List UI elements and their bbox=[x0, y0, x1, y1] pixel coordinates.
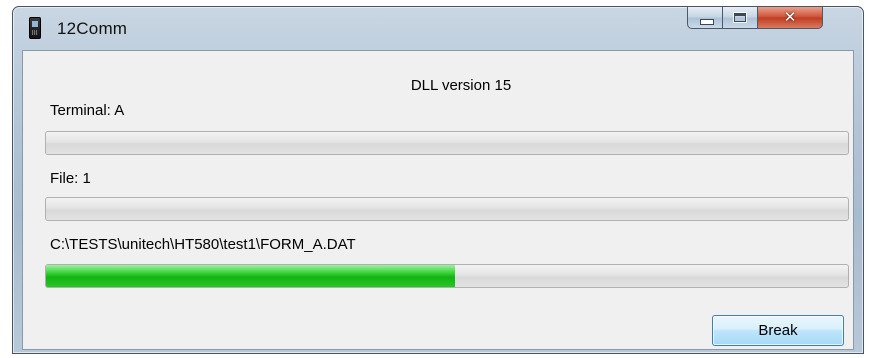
close-button[interactable]: ✕ bbox=[757, 7, 823, 29]
file-progress-bar bbox=[45, 197, 849, 221]
terminal-progress-bar bbox=[45, 131, 849, 155]
break-button[interactable]: Break bbox=[712, 315, 844, 346]
terminal-label: Terminal: A bbox=[50, 102, 125, 119]
window-title: 12Comm bbox=[57, 19, 128, 38]
dll-version-label: DLL version 15 bbox=[410, 77, 512, 94]
handheld-terminal-icon bbox=[29, 17, 41, 39]
file-transfer-progress-bar bbox=[45, 264, 849, 288]
minimize-icon bbox=[700, 19, 714, 25]
title-bar[interactable]: 12Comm ✕ bbox=[13, 7, 863, 49]
file-transfer-progress-fill bbox=[46, 265, 456, 287]
dialog-content: DLL version 15 Terminal: A File: 1 C:\TE… bbox=[22, 50, 854, 350]
maximize-icon bbox=[734, 13, 746, 22]
maximize-button[interactable] bbox=[722, 7, 758, 29]
dialog-window: 12Comm ✕ DLL version 15 Terminal: A File… bbox=[12, 6, 864, 354]
current-file-path: C:\TESTS\unitech\HT580\test1\FORM_A.DAT bbox=[50, 236, 356, 253]
minimize-button[interactable] bbox=[687, 7, 723, 29]
close-icon: ✕ bbox=[783, 8, 797, 26]
file-label: File: 1 bbox=[50, 170, 91, 187]
